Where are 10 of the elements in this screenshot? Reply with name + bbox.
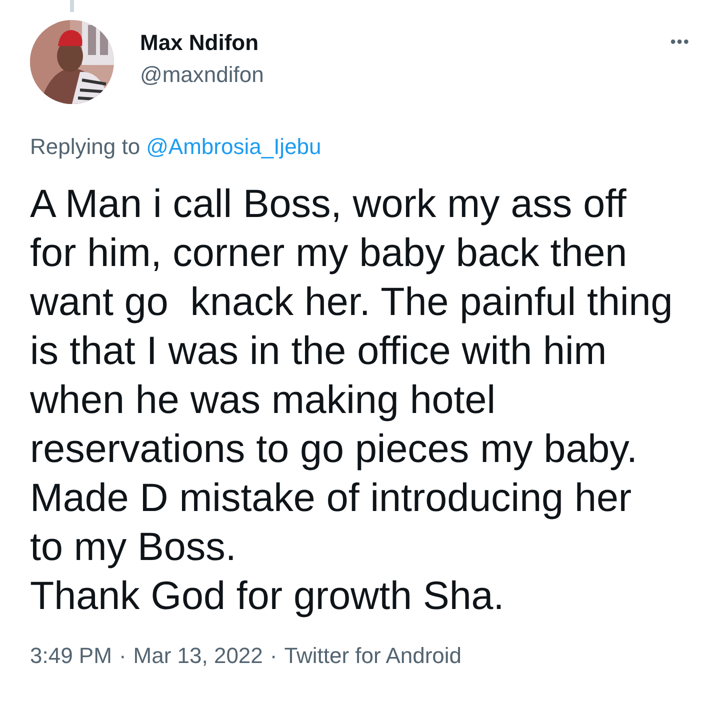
author-handle[interactable]: @maxndifon <box>140 62 644 88</box>
author-name[interactable]: Max Ndifon <box>140 30 644 56</box>
replying-label: Replying to <box>30 134 140 160</box>
source-link[interactable]: Twitter for Android <box>284 643 462 669</box>
separator-dot: · <box>118 643 126 669</box>
separator-dot: · <box>270 643 278 669</box>
tweet-date: Mar 13, 2022 <box>133 643 263 669</box>
tweet-text: A Man i call Boss, work my ass off for him, corner my baby back then want go knack her. The painful thing is that I was in the office with him when he was making hotel reservations to go pieces my baby. Made D mistake of introducing her to my Boss. Thank God for growth Sha. <box>30 181 673 620</box>
more-menu[interactable]: ••• <box>670 34 690 52</box>
tweet-time: 3:49 PM <box>30 643 112 669</box>
